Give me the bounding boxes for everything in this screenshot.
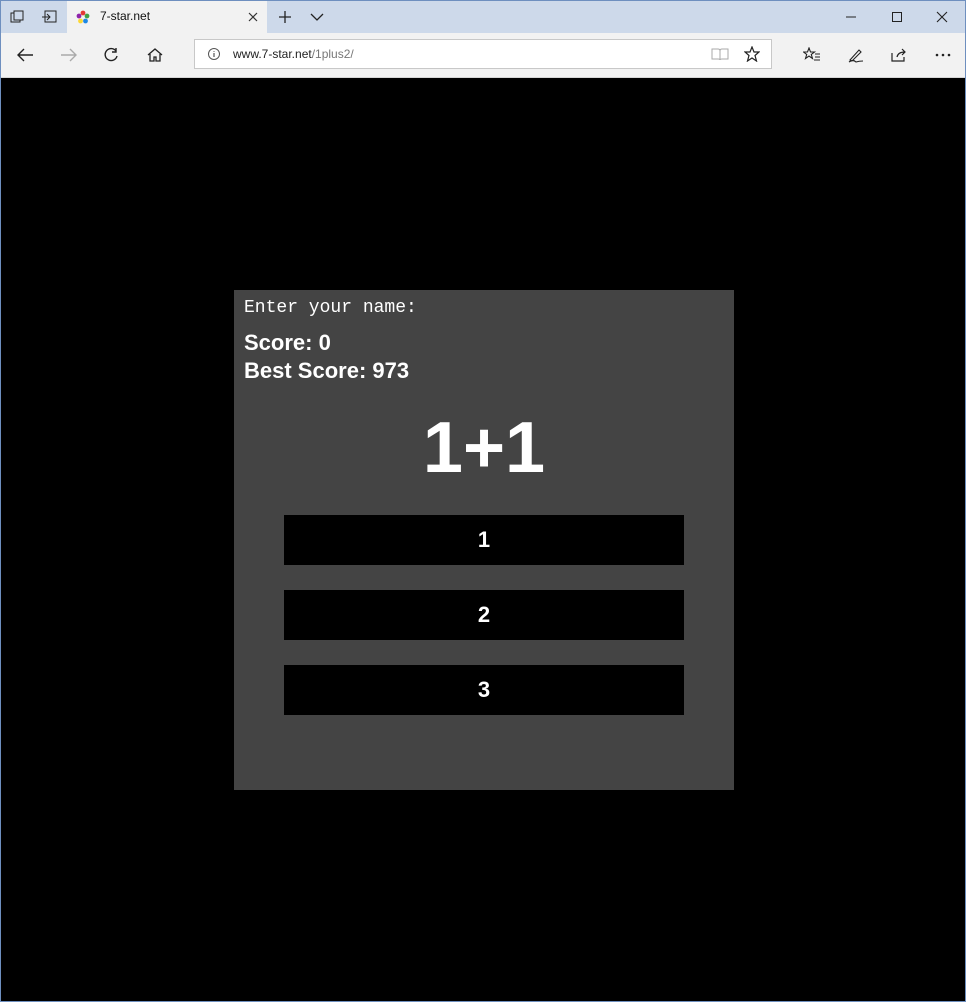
game-panel: Enter your name: Score: 0 Best Score: 97… [234,290,734,790]
name-prompt[interactable]: Enter your name: [244,298,417,318]
info-icon[interactable] [207,47,221,61]
reading-view-icon[interactable] [705,40,735,68]
url-domain: www.7-star.net [233,47,312,61]
page-content: Enter your name: Score: 0 Best Score: 97… [1,78,965,1001]
minimize-icon[interactable] [828,1,874,33]
share-icon[interactable] [877,33,921,77]
url-path: /1plus2/ [311,47,354,61]
navigation-bar: www.7-star.net/1plus2/ [1,33,965,78]
title-bar: 7-star.net [1,1,965,33]
answer-button-3[interactable]: 3 [284,665,684,715]
home-icon[interactable] [133,33,177,77]
refresh-icon[interactable] [89,33,133,77]
best-score-label: Best Score: 973 [244,358,410,383]
star-favicon-icon [76,10,90,24]
more-icon[interactable] [921,33,965,77]
favorites-hub-icon[interactable] [790,33,834,77]
window-close-icon[interactable] [919,1,965,33]
browser-window: 7-star.net www.7-star.net/1plus2/ Enter … [0,0,966,1002]
url-text: www.7-star.net/1plus2/ [233,47,354,61]
tab-title: 7-star.net [100,9,151,23]
new-tab-icon[interactable] [269,1,301,33]
pen-icon[interactable] [834,33,878,77]
answer-button-2[interactable]: 2 [284,590,684,640]
set-tabs-aside-icon[interactable] [33,1,65,33]
question-text: 1+1 [422,408,546,488]
favorite-star-icon[interactable] [737,40,767,68]
close-icon[interactable] [245,9,261,25]
address-bar[interactable]: www.7-star.net/1plus2/ [194,39,772,69]
back-arrow-icon[interactable] [3,33,47,77]
forward-arrow-icon[interactable] [47,33,91,77]
score-label: Score: 0 [244,330,331,355]
answer-button-1[interactable]: 1 [284,515,684,565]
tab-active[interactable]: 7-star.net [67,1,267,33]
chevron-down-icon[interactable] [301,1,333,33]
maximize-icon[interactable] [874,1,920,33]
tab-actions-icon[interactable] [1,1,33,33]
